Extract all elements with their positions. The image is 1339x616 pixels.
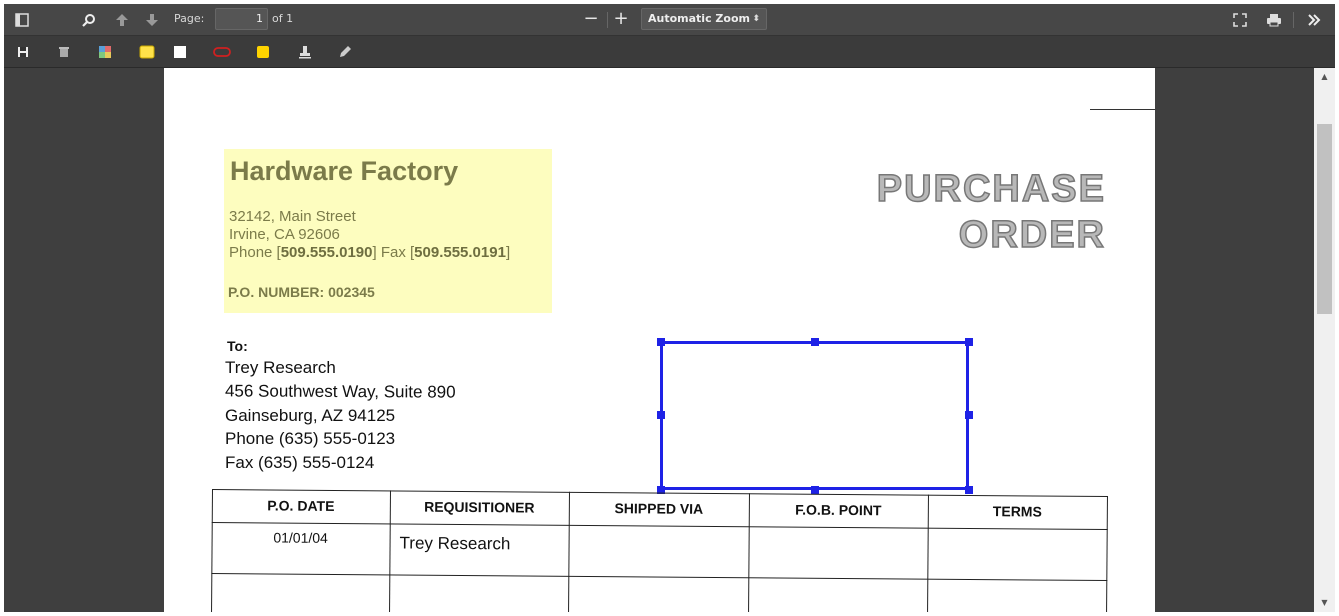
double-chevron-right-icon[interactable] — [1302, 8, 1326, 32]
header-shipped-via: SHIPPED VIA — [614, 500, 704, 517]
resize-handle[interactable] — [811, 338, 819, 346]
resize-handle[interactable] — [965, 338, 973, 346]
save-icon[interactable] — [11, 40, 35, 64]
to-street: 456 Southwest Way, Suite 890 — [224, 381, 456, 402]
pdf-page: Hardware Factory 32142, Main Street Irvi… — [164, 68, 1155, 612]
sticky-note-icon[interactable] — [251, 40, 275, 64]
cell-po-date: 01/01/04 — [273, 529, 328, 546]
to-label: To: — [227, 338, 248, 354]
resize-handle[interactable] — [657, 411, 665, 419]
title-purchase: PURCHASE — [876, 168, 1106, 210]
title-order: ORDER — [958, 214, 1106, 256]
scrollbar-thumb[interactable] — [1317, 124, 1332, 314]
toolbar-divider — [1293, 12, 1294, 28]
page-count: of 1 — [272, 12, 294, 25]
table-border — [211, 572, 1108, 582]
ellipse-red-icon[interactable] — [210, 40, 234, 64]
vertical-scrollbar[interactable]: ▲ ▼ — [1314, 68, 1335, 612]
resize-handle[interactable] — [965, 411, 973, 419]
scroll-up-arrow-icon[interactable]: ▲ — [1314, 68, 1335, 86]
phone-fax-line: Phone [509.555.0190] Fax [509.555.0191] — [229, 244, 511, 261]
po-number: P.O. NUMBER: 002345 — [228, 284, 375, 300]
page-number-input[interactable]: 1 — [215, 8, 268, 30]
resize-handle[interactable] — [657, 338, 665, 346]
trash-icon[interactable] — [52, 40, 76, 64]
stamp-icon[interactable] — [293, 40, 317, 64]
cell-requisitioner: Trey Research — [399, 533, 511, 554]
company-name: Hardware Factory — [230, 156, 459, 186]
po-details-table: P.O. DATE REQUISITIONER SHIPPED VIA F.O.… — [210, 489, 1110, 612]
to-fax: Fax (635) 555-0124 — [225, 453, 375, 472]
zoom-divider — [607, 12, 608, 28]
highlight-white-icon[interactable] — [168, 40, 192, 64]
address-line-2: Irvine, CA 92606 — [229, 226, 340, 243]
selection-rectangle[interactable] — [660, 341, 969, 490]
phone-number: 509.555.0190 — [280, 244, 373, 261]
arrow-up-icon[interactable] — [110, 8, 134, 32]
search-icon[interactable] — [77, 8, 101, 32]
header-terms: TERMS — [992, 503, 1042, 520]
fax-number: 509.555.0191 — [414, 244, 506, 261]
fullscreen-icon[interactable] — [1228, 8, 1252, 32]
to-city: Gainseburg, AZ 94125 — [225, 406, 396, 425]
table-border — [211, 521, 1108, 531]
pencil-icon[interactable] — [333, 40, 357, 64]
header-fob-point: F.O.B. POINT — [795, 501, 882, 519]
pdf-viewer-window: Page: 1 of 1 − + Automatic Zoom ⬍ Hardwa… — [4, 4, 1335, 612]
chevron-updown-icon: ⬍ — [752, 14, 760, 24]
header-requisitioner: REQUISITIONER — [424, 498, 535, 516]
header-po-date: P.O. DATE — [267, 497, 335, 514]
color-grid-icon[interactable] — [93, 40, 117, 64]
arrow-down-icon[interactable] — [140, 8, 164, 32]
document-viewer[interactable]: Hardware Factory 32142, Main Street Irvi… — [4, 68, 1314, 612]
address-line-1: 32142, Main Street — [229, 208, 356, 225]
main-toolbar: Page: 1 of 1 − + Automatic Zoom ⬍ — [4, 4, 1335, 36]
page-edge-line — [1090, 109, 1155, 110]
zoom-in-button[interactable]: + — [609, 8, 633, 32]
scroll-down-arrow-icon[interactable]: ▼ — [1314, 594, 1335, 612]
to-name: Trey Research — [225, 358, 336, 377]
to-phone: Phone (635) 555-0123 — [225, 429, 396, 448]
annotation-toolbar — [4, 36, 1335, 92]
zoom-select[interactable]: Automatic Zoom ⬍ — [641, 8, 767, 30]
highlight-yellow-icon[interactable] — [135, 40, 159, 64]
resize-handle[interactable] — [965, 486, 973, 494]
zoom-out-button[interactable]: − — [579, 8, 603, 32]
page-label: Page: — [174, 12, 205, 25]
sidebar-toggle-icon[interactable] — [10, 8, 34, 32]
printer-icon[interactable] — [1262, 8, 1286, 32]
zoom-value: Automatic Zoom — [648, 12, 750, 25]
